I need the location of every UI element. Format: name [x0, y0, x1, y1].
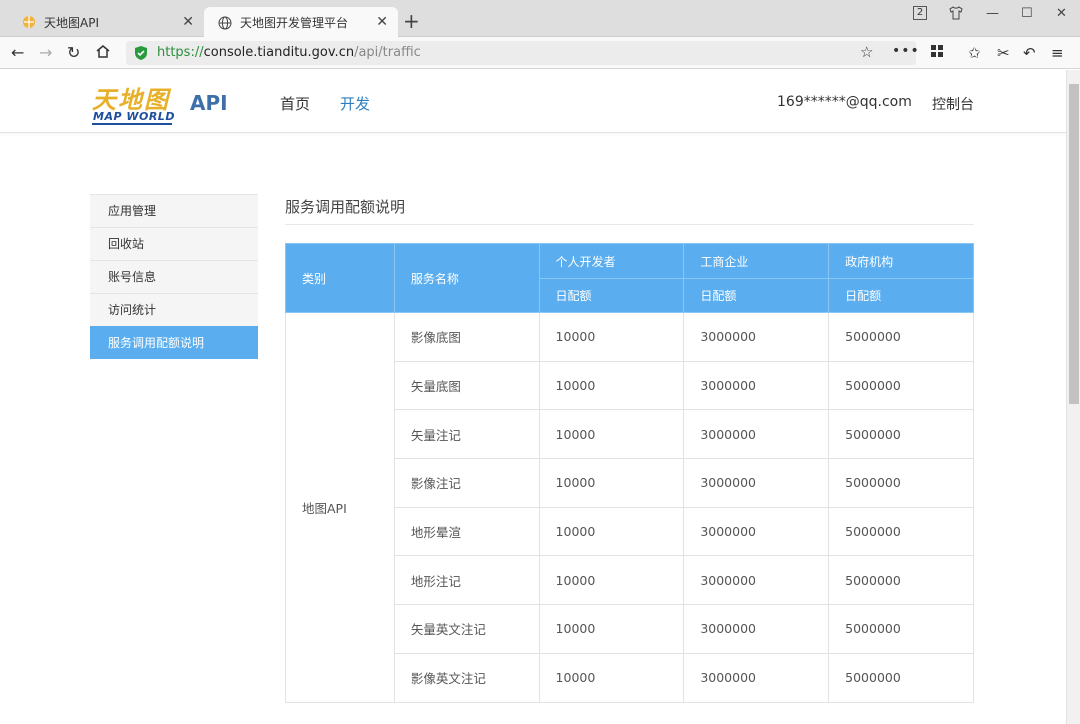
- header-daily-quota: 日配额: [683, 278, 830, 313]
- forward-arrow-icon[interactable]: →: [39, 43, 52, 63]
- sidebar-item-app-management[interactable]: 应用管理: [90, 194, 258, 227]
- service-cell: 影像英文注记: [393, 652, 540, 703]
- personal-cell: 10000: [538, 409, 685, 460]
- service-cell: 矢量注记: [393, 409, 540, 460]
- bookmark-star-icon[interactable]: ☆: [860, 43, 873, 61]
- header-category: 类别: [285, 243, 395, 313]
- minimize-icon[interactable]: —: [986, 6, 999, 21]
- more-dots-icon[interactable]: •••: [892, 43, 920, 59]
- service-cell: 影像注记: [393, 458, 540, 508]
- scrollbar-thumb[interactable]: [1069, 84, 1079, 404]
- undo-icon[interactable]: ↶: [1023, 43, 1036, 63]
- government-cell: 5000000: [828, 458, 974, 508]
- nav-home[interactable]: 首页: [280, 93, 310, 114]
- business-cell: 3000000: [683, 312, 830, 362]
- government-cell: 5000000: [828, 652, 974, 703]
- header-daily-quota: 日配额: [828, 278, 974, 313]
- header-daily-quota: 日配额: [538, 278, 685, 313]
- quota-table-body: 地图API 影像底图 10000 3000000 5000000 矢量底图 10000 300…: [285, 312, 974, 703]
- back-arrow-icon[interactable]: ←: [11, 43, 24, 63]
- government-cell: 5000000: [828, 555, 974, 606]
- close-icon[interactable]: ✕: [376, 14, 388, 30]
- page-scrollbar[interactable]: [1066, 70, 1080, 724]
- government-cell: 5000000: [828, 312, 974, 362]
- browser-tab-console[interactable]: 天地图开发管理平台 ✕: [204, 7, 398, 38]
- grid-apps-icon[interactable]: [931, 43, 944, 63]
- tianditu-logo[interactable]: 天地图 MAP WORLD: [92, 80, 176, 128]
- window-close-icon[interactable]: ✕: [1056, 6, 1067, 21]
- tshirt-icon[interactable]: [949, 6, 963, 24]
- favorites-icon[interactable]: ✩: [968, 43, 981, 63]
- tianditu-favicon-icon: [22, 15, 36, 29]
- browser-tab-tianditu-api[interactable]: 天地图API ✕: [8, 7, 204, 37]
- logo-en-text: MAP WORLD: [93, 110, 175, 123]
- government-cell: 5000000: [828, 604, 974, 654]
- browser-tab-bar: 天地图API ✕ 天地图开发管理平台 ✕ + 2 — ☐ ✕: [0, 0, 1080, 38]
- nav-develop[interactable]: 开发: [340, 93, 370, 114]
- personal-cell: 10000: [538, 604, 685, 654]
- logo-underline: [92, 123, 172, 125]
- government-cell: 5000000: [828, 506, 974, 557]
- page-title: 服务调用配额说明: [285, 198, 406, 216]
- personal-cell: 10000: [538, 506, 685, 557]
- sidebar-item-access-stats[interactable]: 访问统计: [90, 293, 258, 326]
- address-bar[interactable]: https://console.tianditu.gov.cn/api/traf…: [126, 41, 919, 65]
- sidebar-item-recycle-bin[interactable]: 回收站: [90, 227, 258, 260]
- government-cell: 5000000: [828, 360, 974, 411]
- close-icon[interactable]: ✕: [182, 14, 194, 30]
- service-cell: 地形晕渲: [393, 506, 540, 557]
- tab-title: 天地图API: [44, 15, 99, 30]
- business-cell: 3000000: [683, 555, 830, 606]
- sidebar-item-quota-info[interactable]: 服务调用配额说明: [90, 326, 258, 359]
- service-cell: 影像底图: [393, 312, 540, 362]
- header-service: 服务名称: [393, 243, 540, 313]
- reload-icon[interactable]: ↻: [67, 43, 80, 63]
- divider: [285, 224, 974, 225]
- globe-icon: [218, 16, 232, 30]
- scissors-icon[interactable]: ✂: [997, 43, 1010, 63]
- site-header: 天地图 MAP WORLD API 首页 开发 169******@qq.com…: [0, 70, 1066, 133]
- category-cell: 地图API: [285, 312, 395, 703]
- business-cell: 3000000: [683, 652, 830, 703]
- console-link[interactable]: 控制台: [932, 94, 974, 114]
- sidebar-item-account-info[interactable]: 账号信息: [90, 260, 258, 293]
- personal-cell: 10000: [538, 360, 685, 411]
- business-cell: 3000000: [683, 458, 830, 508]
- user-email[interactable]: 169******@qq.com: [777, 94, 912, 110]
- table-row: 地图API 影像底图 10000 3000000 5000000: [285, 312, 974, 703]
- personal-cell: 10000: [538, 458, 685, 508]
- personal-cell: 10000: [538, 312, 685, 362]
- page: 天地图 MAP WORLD API 首页 开发 169******@qq.com…: [0, 70, 1066, 724]
- window-count-badge[interactable]: 2: [913, 6, 927, 20]
- url-text: https://console.tianditu.gov.cn/api/traf…: [157, 45, 421, 60]
- service-cell: 地形注记: [393, 555, 540, 606]
- service-cell: 矢量底图: [393, 360, 540, 411]
- header-personal: 个人开发者: [538, 243, 685, 279]
- service-cell: 矢量英文注记: [393, 604, 540, 654]
- home-icon[interactable]: [96, 43, 110, 63]
- api-label: API: [190, 91, 228, 115]
- secure-shield-icon: [134, 45, 148, 61]
- government-cell: 5000000: [828, 409, 974, 460]
- tab-title: 天地图开发管理平台: [240, 16, 349, 30]
- business-cell: 3000000: [683, 360, 830, 411]
- business-cell: 3000000: [683, 604, 830, 654]
- business-cell: 3000000: [683, 506, 830, 557]
- maximize-icon[interactable]: ☐: [1021, 6, 1033, 21]
- business-cell: 3000000: [683, 409, 830, 460]
- personal-cell: 10000: [538, 652, 685, 703]
- browser-toolbar: ← → ↻ https://console.tianditu.gov.cn/ap…: [0, 37, 1080, 69]
- quota-table: 类别 服务名称 个人开发者 工商企业 政府机构 日配额 日配额 日配额 地图AP…: [285, 243, 974, 703]
- header-business: 工商企业: [683, 243, 830, 279]
- personal-cell: 10000: [538, 555, 685, 606]
- header-government: 政府机构: [828, 243, 974, 279]
- menu-icon[interactable]: ≡: [1051, 43, 1064, 63]
- new-tab-button[interactable]: +: [403, 11, 420, 31]
- sidebar: 应用管理 回收站 账号信息 访问统计 服务调用配额说明: [90, 194, 258, 359]
